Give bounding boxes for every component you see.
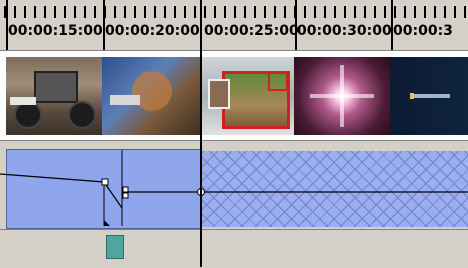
pip-small-frame	[208, 79, 230, 109]
envelope-keyframe-handle[interactable]	[122, 186, 129, 193]
envelope-corner-shape	[104, 220, 110, 226]
thumbnail-caption-box	[110, 95, 140, 105]
timecode-label: 00:00:30:00	[297, 23, 392, 39]
marker-lane	[0, 229, 468, 268]
truck-tire-shape	[14, 101, 42, 129]
flare-ray	[310, 94, 374, 98]
timeline-marker[interactable]	[106, 235, 124, 259]
video-clip-light-flare[interactable]	[294, 57, 391, 135]
blend-shape	[132, 71, 172, 111]
envelope-keyframe-handle[interactable]	[101, 178, 109, 186]
timecode-label: 00:00:20:00	[105, 23, 200, 39]
video-clip-monster-truck[interactable]	[6, 57, 103, 135]
timeline-editor: 00:00:15:00 00:00:20:00 00:00:25:00 00:0…	[0, 0, 468, 268]
truck-body-shape	[34, 71, 78, 103]
title-text-bar	[414, 94, 450, 98]
timecode-label: 00:00:15:00	[8, 23, 103, 39]
video-clip-picture-in-picture[interactable]	[202, 57, 295, 135]
video-clip-title-card[interactable]	[390, 57, 468, 135]
thumbnail-caption-box	[10, 97, 36, 105]
video-track	[0, 51, 468, 137]
truck-tire-shape	[68, 101, 96, 129]
timecode-label: 00:00:3	[393, 23, 453, 39]
ruler-ticks	[0, 0, 468, 22]
timeline-ruler[interactable]: 00:00:15:00 00:00:20:00 00:00:25:00 00:0…	[0, 0, 468, 51]
volume-envelope[interactable]	[0, 140, 468, 228]
video-clip-transition-blend[interactable]	[102, 57, 201, 135]
envelope-keyframe-handle[interactable]	[122, 192, 129, 199]
pip-corner-frame	[268, 71, 288, 91]
playhead-cursor[interactable]	[200, 0, 202, 267]
timecode-label: 00:00:25:00	[204, 23, 299, 39]
